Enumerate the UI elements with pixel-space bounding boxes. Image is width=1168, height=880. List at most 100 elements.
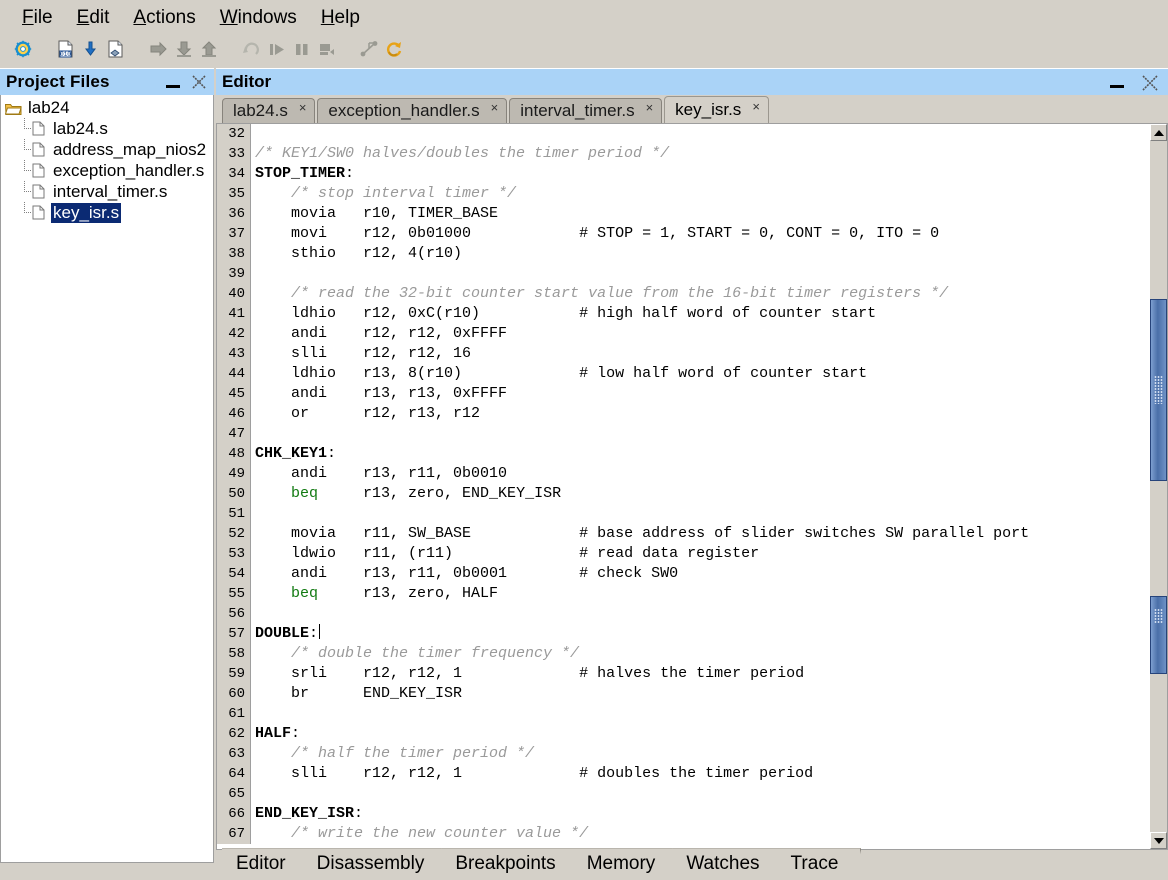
code-line[interactable]: 37 movi r12, 0b01000 # STOP = 1, START =… [217,224,1134,244]
code-line[interactable]: 60 br END_KEY_ISR [217,684,1134,704]
minimize-icon[interactable] [164,73,182,91]
tab-close-icon[interactable]: × [299,101,307,114]
tab-close-icon[interactable]: × [752,100,760,113]
code-line[interactable]: 55 beq r13, zero, HALF [217,584,1134,604]
code-line[interactable]: 40 /* read the 32-bit counter start valu… [217,284,1134,304]
code-line[interactable]: 52 movia r11, SW_BASE # base address of … [217,524,1134,544]
step-out-icon[interactable] [196,37,221,61]
code-line[interactable]: 38 sthio r12, 4(r10) [217,244,1134,264]
code-line-text[interactable]: slli r12, r12, 1 # doubles the timer per… [251,764,1134,784]
code-line[interactable]: 58 /* double the timer frequency */ [217,644,1134,664]
code-line-text[interactable]: andi r12, r12, 0xFFFF [251,324,1134,344]
menu-help[interactable]: Help [309,5,372,31]
code-line[interactable]: 56 [217,604,1134,624]
code-line[interactable]: 57 DOUBLE: [217,624,1134,644]
pause-icon[interactable] [289,37,314,61]
code-line[interactable]: 64 slli r12, r12, 1 # doubles the timer … [217,764,1134,784]
code-line-text[interactable]: /* half the timer period */ [251,744,1134,764]
code-line[interactable]: 65 [217,784,1134,804]
bottom-tab-breakpoints[interactable]: Breakpoints [441,848,579,878]
code-line[interactable]: 39 [217,264,1134,284]
download-icon[interactable] [78,37,103,61]
menu-file[interactable]: File [10,5,65,31]
code-line[interactable]: 62 HALF: [217,724,1134,744]
code-line-text[interactable]: DOUBLE: [251,624,1134,644]
code-line[interactable]: 43 slli r12, r12, 16 [217,344,1134,364]
code-line-text[interactable]: /* read the 32-bit counter start value f… [251,284,1134,304]
editor-vertical-scrollbar[interactable] [1150,124,1167,849]
tab-close-icon[interactable]: × [491,101,499,114]
code-line[interactable]: 48 CHK_KEY1: [217,444,1134,464]
tree-item-exception-handler-s[interactable]: exception_handler.s [5,160,213,181]
code-editor-area[interactable]: 32 33/* KEY1/SW0 halves/doubles the timer… [216,123,1168,850]
scroll-track-vertical[interactable] [1150,141,1167,832]
tree-item-lab24-s[interactable]: lab24.s [5,118,213,139]
bottom-tab-trace[interactable]: Trace [776,848,862,878]
code-line-text[interactable]: movi r12, 0b01000 # STOP = 1, START = 0,… [251,224,1134,244]
code-line[interactable]: 44 ldhio r13, 8(r10) # low half word of … [217,364,1134,384]
project-files-tree[interactable]: lab24 lab24.s address_map_nios2 exceptio… [0,95,214,863]
compile-file-icon[interactable] [103,37,128,61]
code-line-text[interactable]: ldhio r12, 0xC(r10) # high half word of … [251,304,1134,324]
code-line-text[interactable]: END_KEY_ISR: [251,804,1134,824]
code-lines-container[interactable]: 32 33/* KEY1/SW0 halves/doubles the timer… [217,124,1134,849]
scroll-up-arrow-icon[interactable] [1150,124,1167,141]
code-line[interactable]: 53 ldwio r11, (r11) # read data register [217,544,1134,564]
minimize-icon[interactable] [1108,73,1126,91]
tree-item-interval-timer-s[interactable]: interval_timer.s [5,181,213,202]
menu-windows[interactable]: Windows [208,5,309,31]
code-line[interactable]: 42 andi r12, r12, 0xFFFF [217,324,1134,344]
code-line[interactable]: 41 ldhio r12, 0xC(r10) # high half word … [217,304,1134,324]
run-icon[interactable] [264,37,289,61]
menu-actions[interactable]: Actions [121,5,207,31]
code-line[interactable]: 50 beq r13, zero, END_KEY_ISR [217,484,1134,504]
code-line[interactable]: 49 andi r13, r11, 0b0010 [217,464,1134,484]
code-line[interactable]: 35 /* stop interval timer */ [217,184,1134,204]
bottom-tab-editor[interactable]: Editor [222,848,309,878]
tree-root-lab24[interactable]: lab24 [4,97,213,118]
code-line-text[interactable]: br END_KEY_ISR [251,684,1134,704]
code-line-text[interactable]: HALF: [251,724,1134,744]
code-line-text[interactable]: andi r13, r11, 0b0010 [251,464,1134,484]
editor-tab-lab24-s[interactable]: lab24.s × [222,98,316,123]
tab-close-icon[interactable]: × [646,101,654,114]
tree-item-address-map-nios2[interactable]: address_map_nios2 [5,139,213,160]
code-line-text[interactable]: STOP_TIMER: [251,164,1134,184]
code-line-text[interactable]: andi r13, r11, 0b0001 # check SW0 [251,564,1134,584]
code-line-text[interactable]: movia r10, TIMER_BASE [251,204,1134,224]
code-line-text[interactable]: ldwio r11, (r11) # read data register [251,544,1134,564]
scroll-thumb-vertical-secondary[interactable] [1150,596,1167,674]
code-line-text[interactable]: beq r13, zero, END_KEY_ISR [251,484,1134,504]
close-icon[interactable] [1140,73,1158,91]
bottom-tab-disassembly[interactable]: Disassembly [302,848,448,878]
code-line-text[interactable]: slli r12, r12, 16 [251,344,1134,364]
jump-icon[interactable] [357,37,382,61]
scroll-thumb-vertical[interactable] [1150,299,1167,481]
bottom-tab-memory[interactable]: Memory [572,848,679,878]
scroll-down-arrow-icon[interactable] [1150,832,1167,849]
continue-icon[interactable] [239,37,264,61]
step-into-icon[interactable] [171,37,196,61]
step-over-icon[interactable] [146,37,171,61]
settings-gear-icon[interactable] [10,37,35,61]
code-line[interactable]: 32 [217,124,1134,144]
code-line-text[interactable]: /* KEY1/SW0 halves/doubles the timer per… [251,144,1134,164]
code-line[interactable]: 59 srli r12, r12, 1 # halves the timer p… [217,664,1134,684]
code-line-text[interactable]: movia r11, SW_BASE # base address of sli… [251,524,1134,544]
code-line-text[interactable]: or r12, r13, r12 [251,404,1134,424]
close-icon[interactable] [190,73,208,91]
code-line-text[interactable]: andi r13, r13, 0xFFFF [251,384,1134,404]
bottom-tab-watches[interactable]: Watches [672,848,783,878]
editor-tab-key-isr-s[interactable]: key_isr.s × [664,96,769,123]
code-line-text[interactable]: srli r12, r12, 1 # halves the timer peri… [251,664,1134,684]
code-line-text[interactable]: /* double the timer frequency */ [251,644,1134,664]
tree-item-key-isr-s[interactable]: key_isr.s [5,202,213,223]
code-line-text[interactable]: /* write the new counter value */ [251,824,1134,844]
code-line-text[interactable]: CHK_KEY1: [251,444,1134,464]
code-line[interactable]: 51 [217,504,1134,524]
code-line[interactable]: 63 /* half the timer period */ [217,744,1134,764]
editor-tab-interval-timer-s[interactable]: interval_timer.s × [509,98,663,123]
code-line[interactable]: 33/* KEY1/SW0 halves/doubles the timer p… [217,144,1134,164]
code-line[interactable]: 54 andi r13, r11, 0b0001 # check SW0 [217,564,1134,584]
code-line[interactable]: 46 or r12, r13, r12 [217,404,1134,424]
